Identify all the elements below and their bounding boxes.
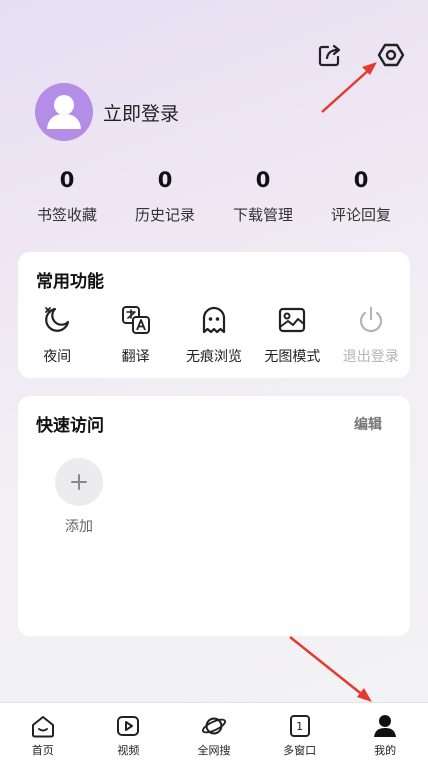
stat-label: 历史记录 [134, 206, 195, 224]
settings-button[interactable] [376, 40, 406, 70]
profile-login[interactable]: 立即登录 [35, 83, 179, 141]
stats-row: 0 书签收藏 0 历史记录 0 下载管理 0 评论回复 [18, 168, 410, 225]
power-icon [355, 304, 387, 336]
share-button[interactable] [315, 40, 345, 70]
tool-incognito[interactable]: 无痕浏览 [175, 304, 253, 366]
planet-icon [201, 713, 227, 739]
nav-search-all[interactable]: 全网搜 [171, 703, 257, 761]
tool-translate[interactable]: 翻译 [96, 304, 174, 366]
stat-label: 书签收藏 [36, 206, 97, 224]
user-icon [372, 713, 398, 739]
stat-bookmarks[interactable]: 0 书签收藏 [18, 168, 116, 225]
tool-label: 无图模式 [264, 349, 321, 365]
common-tools-card: 常用功能 夜间 翻译 无痕浏览 无图模式 退出登录 [18, 252, 410, 378]
settings-icon [377, 43, 405, 67]
stat-count: 0 [255, 168, 271, 192]
moon-icon [41, 304, 73, 336]
nav-label: 首页 [31, 744, 54, 757]
nav-label: 多窗口 [283, 744, 317, 757]
edit-button[interactable]: 编辑 [354, 414, 382, 434]
add-shortcut-button[interactable]: 添加 [55, 458, 103, 536]
avatar-icon [47, 95, 81, 129]
stat-count: 0 [157, 168, 173, 192]
stat-label: 下载管理 [232, 206, 293, 224]
image-icon [276, 304, 308, 336]
tool-night-mode[interactable]: 夜间 [18, 304, 96, 366]
nav-video[interactable]: 视频 [86, 703, 172, 761]
window-count: 1 [296, 719, 304, 733]
tool-logout[interactable]: 退出登录 [332, 304, 410, 366]
tool-label: 退出登录 [342, 349, 399, 365]
stat-comments[interactable]: 0 评论回复 [312, 168, 410, 225]
ghost-icon [198, 304, 230, 336]
login-link[interactable]: 立即登录 [103, 99, 179, 126]
tool-label: 无痕浏览 [185, 349, 242, 365]
avatar [35, 83, 93, 141]
stat-count: 0 [59, 168, 75, 192]
nav-windows[interactable]: 1 多窗口 [257, 703, 343, 761]
windows-icon: 1 [287, 713, 313, 739]
video-icon [115, 713, 141, 739]
nav-label: 视频 [117, 744, 140, 757]
nav-label: 全网搜 [197, 744, 231, 757]
tool-label: 翻译 [121, 349, 150, 365]
bottom-nav: 首页 视频 全网搜 1 多窗口 我的 [0, 702, 428, 761]
nav-mine[interactable]: 我的 [342, 703, 428, 761]
stat-downloads[interactable]: 0 下载管理 [214, 168, 312, 225]
home-icon [30, 713, 56, 739]
add-icon [55, 458, 103, 506]
share-icon [318, 44, 341, 67]
add-label: 添加 [65, 519, 93, 535]
common-tools-title: 常用功能 [36, 272, 104, 292]
nav-label: 我的 [374, 744, 397, 757]
stat-count: 0 [353, 168, 369, 192]
nav-home[interactable]: 首页 [0, 703, 86, 761]
quick-access-card: 快速访问 编辑 添加 [18, 396, 410, 636]
stat-label: 评论回复 [330, 206, 391, 224]
translate-icon [120, 304, 152, 336]
tool-label: 夜间 [43, 349, 72, 365]
quick-access-title: 快速访问 [36, 416, 104, 436]
tool-no-image[interactable]: 无图模式 [253, 304, 331, 366]
stat-history[interactable]: 0 历史记录 [116, 168, 214, 225]
